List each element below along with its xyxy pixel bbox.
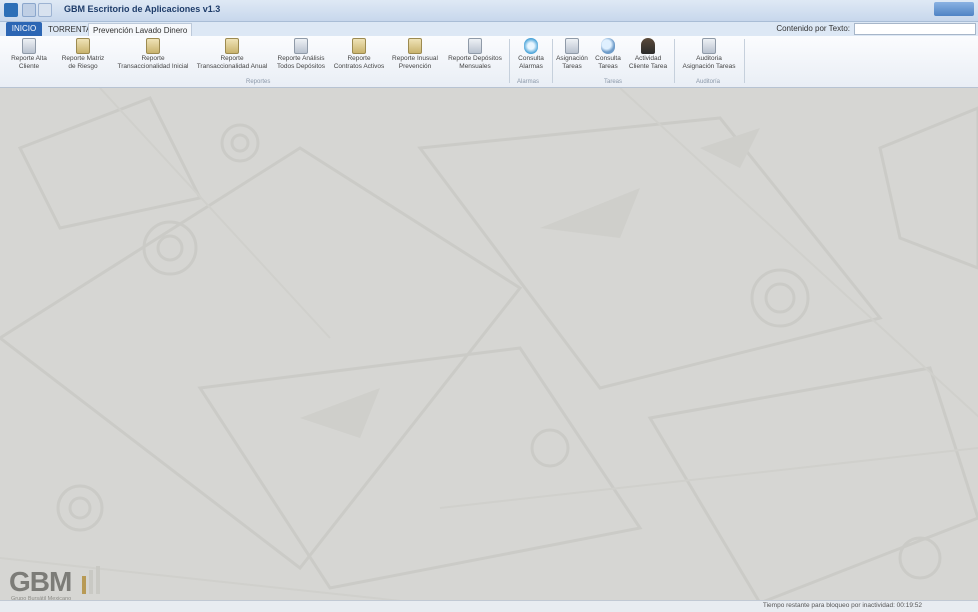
- reporte-depositos-mensuales-button[interactable]: Reporte Depósitos Mensuales: [444, 36, 506, 80]
- button-label: Reporte Transaccionalidad Inicial: [117, 55, 189, 70]
- decorative-pattern: [0, 88, 978, 603]
- button-label: Reporte Depósitos Mensuales: [448, 55, 502, 70]
- group-label-reportes: Reportes: [246, 79, 271, 85]
- main-workspace-background: [0, 88, 978, 603]
- ribbon-tabs: INICIO TORRENTA Prevención Lavado Dinero…: [0, 22, 978, 36]
- group-separator: [552, 39, 553, 83]
- tab-inicio[interactable]: INICIO: [6, 22, 42, 36]
- status-bar: Tiempo restante para bloqueo por inactiv…: [0, 600, 978, 612]
- consulta-alarmas-button[interactable]: Consulta Alarmas: [512, 36, 550, 80]
- undo-icon[interactable]: [38, 3, 52, 17]
- report-icon: [146, 38, 160, 54]
- group-label-auditoria: Auditoría: [696, 79, 721, 85]
- group-separator: [744, 39, 745, 83]
- button-label: Reporte Contratos Activos: [333, 55, 385, 70]
- user-icon: [641, 38, 655, 54]
- reporte-matriz-riesgo-button[interactable]: Reporte Matriz de Riesgo: [56, 36, 110, 80]
- button-label: Reporte Análisis Todos Depósitos: [276, 55, 326, 70]
- group-label-tareas: Tareas: [604, 79, 623, 85]
- reporte-transaccionalidad-inicial-button[interactable]: Reporte Transaccionalidad Inicial: [114, 36, 192, 80]
- reporte-contratos-activos-button[interactable]: Reporte Contratos Activos: [332, 36, 386, 80]
- reporte-analisis-depositos-button[interactable]: Reporte Análisis Todos Depósitos: [272, 36, 330, 80]
- report-icon: [352, 38, 366, 54]
- group-label-alarmas: Alarmas: [517, 79, 540, 85]
- search-input[interactable]: [854, 23, 976, 35]
- asignacion-tareas-button[interactable]: Asignación Tareas: [554, 36, 590, 80]
- actividad-cliente-tarea-button[interactable]: Actividad Cliente Tarea: [626, 36, 670, 80]
- window-controls[interactable]: [934, 2, 974, 16]
- window-title: GBM Escritorio de Aplicaciones v1.3: [64, 4, 221, 14]
- report-icon: [76, 38, 90, 54]
- save-icon[interactable]: [22, 3, 36, 17]
- search-icon: [601, 38, 615, 54]
- alarm-icon: [524, 38, 538, 54]
- button-label: Reporte Matriz de Riesgo: [61, 55, 105, 70]
- gbm-logo: GBM: [9, 566, 72, 597]
- report-icon: [468, 38, 482, 54]
- inactivity-timer: Tiempo restante para bloqueo por inactiv…: [762, 602, 922, 609]
- button-label: Reporte Inusual Prevención: [392, 55, 438, 70]
- button-label: Auditoria Asignación Tareas: [682, 55, 736, 70]
- consulta-tareas-button[interactable]: Consulta Tareas: [592, 36, 624, 80]
- ribbon-panel: Reporte Alta Cliente Reporte Matriz de R…: [0, 36, 978, 88]
- search-label: Contenido por Texto:: [776, 24, 850, 33]
- reporte-inusual-prevencion-button[interactable]: Reporte Inusual Prevención: [388, 36, 442, 80]
- button-label: Reporte Alta Cliente: [11, 55, 47, 70]
- group-separator: [509, 39, 510, 83]
- auditoria-asignacion-tareas-button[interactable]: Auditoria Asignación Tareas: [678, 36, 740, 80]
- group-separator: [674, 39, 675, 83]
- gbm-logo-bars: [82, 566, 100, 594]
- task-icon: [565, 38, 579, 54]
- report-icon: [225, 38, 239, 54]
- button-label: Reporte Transaccionalidad Anual: [196, 55, 268, 70]
- tab-prevencion[interactable]: Prevención Lavado Dinero: [88, 23, 193, 36]
- reporte-alta-cliente-button[interactable]: Reporte Alta Cliente: [6, 36, 52, 80]
- reporte-transaccionalidad-anual-button[interactable]: Reporte Transaccionalidad Anual: [194, 36, 270, 80]
- report-icon: [294, 38, 308, 54]
- button-label: Asignación Tareas: [556, 55, 588, 70]
- app-menu-icon[interactable]: [4, 3, 18, 17]
- button-label: Consulta Tareas: [595, 55, 621, 70]
- button-label: Actividad Cliente Tarea: [628, 55, 668, 70]
- title-bar: GBM Escritorio de Aplicaciones v1.3: [0, 0, 978, 22]
- report-icon: [22, 38, 36, 54]
- audit-icon: [702, 38, 716, 54]
- report-icon: [408, 38, 422, 54]
- button-label: Consulta Alarmas: [518, 55, 544, 70]
